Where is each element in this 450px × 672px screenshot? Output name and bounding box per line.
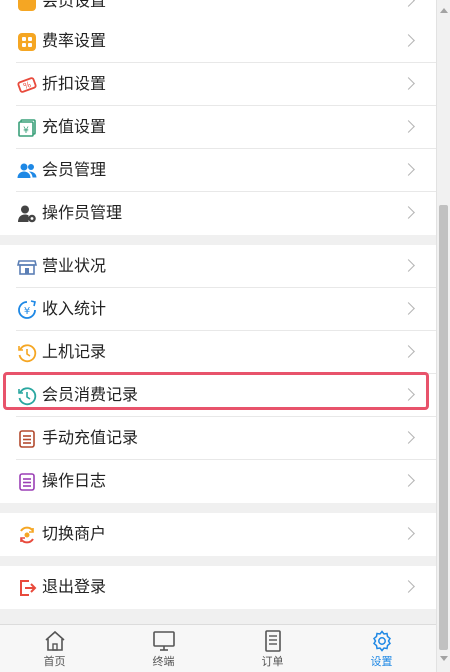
chevron-right-icon bbox=[402, 431, 415, 444]
chevron-right-icon bbox=[402, 0, 415, 7]
chevron-right-icon bbox=[402, 34, 415, 47]
chevron-right-icon bbox=[402, 206, 415, 219]
scrollbar-thumb[interactable] bbox=[439, 205, 448, 650]
menu-item-label: 操作员管理 bbox=[42, 203, 123, 222]
rate-grid-icon bbox=[17, 32, 37, 52]
vertical-scrollbar[interactable] bbox=[436, 0, 450, 672]
tab-home[interactable]: 首页 bbox=[0, 625, 109, 672]
operator-gear-icon bbox=[17, 204, 37, 224]
menu-item-label: 充值设置 bbox=[42, 117, 107, 136]
members-icon bbox=[17, 161, 37, 181]
scroll-up-arrow-icon[interactable] bbox=[440, 8, 448, 13]
tab-terminal[interactable]: 终端 bbox=[109, 625, 218, 672]
menu-item-logout[interactable]: 退出登录 bbox=[0, 566, 436, 609]
menu-item-switch-merchant[interactable]: 切换商户 bbox=[0, 513, 436, 556]
chevron-right-icon bbox=[402, 474, 415, 487]
chevron-right-icon bbox=[402, 527, 415, 540]
menu-item-income-statistics[interactable]: ¥ 收入统计 bbox=[0, 288, 436, 331]
menu-item-business-status[interactable]: 营业状况 bbox=[0, 245, 436, 288]
settings-scroll-area[interactable]: 会员设置 费率设置 % 折扣设置 ¥ 充值设置 会员管理 操作员管理 营业状况 … bbox=[0, 0, 436, 624]
menu-item-label: 上机记录 bbox=[42, 342, 107, 361]
logout-icon bbox=[17, 578, 37, 598]
menu-item-operation-log[interactable]: 操作日志 bbox=[0, 460, 436, 503]
income-yen-icon: ¥ bbox=[17, 300, 37, 320]
scroll-down-arrow-icon[interactable] bbox=[440, 656, 448, 661]
chevron-right-icon bbox=[402, 259, 415, 272]
tab-settings[interactable]: 设置 bbox=[327, 625, 436, 672]
menu-item-operator-management[interactable]: 操作员管理 bbox=[0, 192, 436, 235]
log-list-icon bbox=[17, 472, 37, 492]
menu-item-label: 会员管理 bbox=[42, 160, 107, 179]
chevron-right-icon bbox=[402, 163, 415, 176]
menu-item-manual-recharge-records[interactable]: 手动充值记录 bbox=[0, 417, 436, 460]
record-list-icon bbox=[17, 429, 37, 449]
history-clock-orange-icon bbox=[17, 343, 37, 363]
menu-item-label: 切换商户 bbox=[42, 524, 107, 543]
menu-item-label: 退出登录 bbox=[42, 577, 107, 596]
settings-group-3: 切换商户 bbox=[0, 513, 436, 556]
tab-label: 订单 bbox=[261, 655, 284, 668]
menu-item-label: 费率设置 bbox=[42, 31, 107, 50]
menu-item-label: 收入统计 bbox=[42, 299, 107, 318]
recharge-yen-icon: ¥ bbox=[17, 118, 37, 138]
highlight-box bbox=[3, 372, 429, 410]
settings-group-4: 退出登录 bbox=[0, 566, 436, 609]
gear-icon bbox=[372, 630, 391, 652]
shop-icon bbox=[17, 257, 37, 277]
menu-item-discount-settings[interactable]: % 折扣设置 bbox=[0, 63, 436, 106]
tab-label: 设置 bbox=[370, 655, 393, 668]
menu-item-member-management[interactable]: 会员管理 bbox=[0, 149, 436, 192]
home-icon bbox=[44, 630, 65, 651]
svg-text:¥: ¥ bbox=[24, 306, 30, 317]
chevron-right-icon bbox=[402, 345, 415, 358]
menu-item-login-records[interactable]: 上机记录 bbox=[0, 331, 436, 374]
menu-item-label: 操作日志 bbox=[42, 471, 107, 490]
tab-orders[interactable]: 订单 bbox=[218, 625, 327, 672]
switch-merchant-icon bbox=[17, 525, 37, 545]
menu-item-label: 折扣设置 bbox=[42, 74, 107, 93]
monitor-icon bbox=[152, 631, 175, 651]
document-icon bbox=[264, 630, 281, 652]
chevron-right-icon bbox=[402, 77, 415, 90]
chevron-right-icon bbox=[402, 302, 415, 315]
member-settings-icon bbox=[17, 0, 37, 12]
bottom-tab-bar: 首页 终端 订单 设置 bbox=[0, 624, 436, 672]
discount-ticket-icon: % bbox=[17, 75, 37, 95]
svg-text:¥: ¥ bbox=[23, 126, 29, 136]
chevron-right-icon bbox=[402, 580, 415, 593]
tab-label: 首页 bbox=[43, 655, 66, 668]
menu-item-label: 会员设置 bbox=[42, 0, 107, 10]
menu-item-label: 营业状况 bbox=[42, 256, 107, 275]
menu-item-rate-settings[interactable]: 费率设置 bbox=[0, 20, 436, 63]
menu-item-label: 手动充值记录 bbox=[42, 428, 139, 447]
menu-item-recharge-settings[interactable]: ¥ 充值设置 bbox=[0, 106, 436, 149]
settings-group-1: 费率设置 % 折扣设置 ¥ 充值设置 会员管理 操作员管理 bbox=[0, 20, 436, 235]
tab-label: 终端 bbox=[152, 655, 175, 668]
chevron-right-icon bbox=[402, 120, 415, 133]
